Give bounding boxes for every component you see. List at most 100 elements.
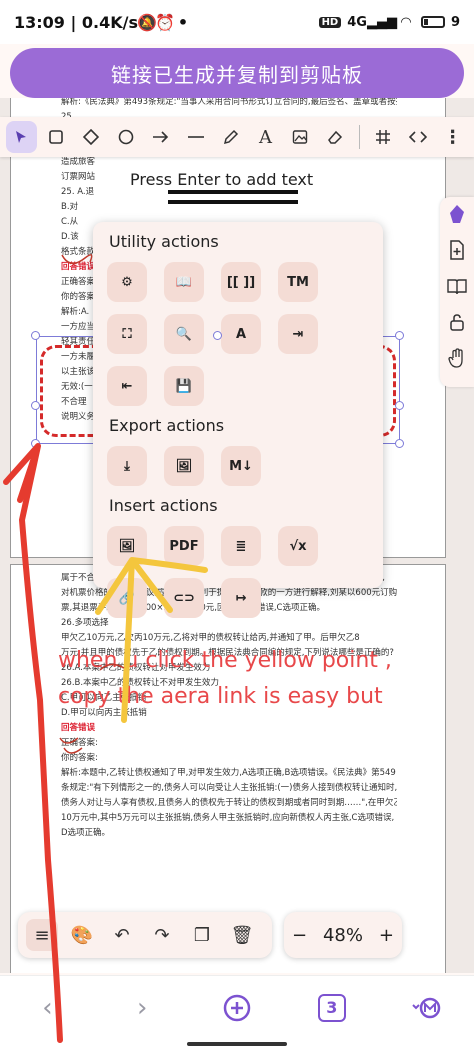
zoom-out-button[interactable]: − (292, 925, 307, 946)
palette-button[interactable]: 🎨 (66, 919, 98, 951)
arrow-tool-button[interactable] (145, 121, 176, 153)
export-image-action-button[interactable]: 🖼 (164, 446, 204, 486)
trademark-action-button[interactable]: TM (278, 262, 318, 302)
text-tool-button[interactable]: A (250, 121, 281, 153)
bottom-page-line: 债务人对让与人享有债权,且债务人的债权先于转让的债权到期或者同时到期……",在甲… (61, 798, 397, 808)
insert-link-action-button[interactable]: 🔗 (107, 578, 147, 618)
save-action-button[interactable]: 💾 (164, 366, 204, 406)
bottom-toolbar: ≡ 🎨 ↶ ↷ ❐ 🗑 (18, 912, 272, 958)
tabs-button[interactable]: 3 (310, 986, 354, 1030)
hand-icon (448, 348, 463, 368)
copy-area-link-action-button[interactable]: ⊂⊃ (164, 578, 204, 618)
bottom-page-line: 正确答案: (61, 738, 98, 748)
undo-button[interactable]: ↶ (106, 919, 138, 951)
export-markdown-action-button[interactable]: M↓ (221, 446, 261, 486)
export-file-action-button[interactable]: ⇤ (107, 366, 147, 406)
reading-mode-button[interactable] (444, 273, 470, 299)
line-tool-button[interactable] (180, 121, 211, 153)
pan-hand-button[interactable] (444, 345, 470, 371)
pen-tool-button[interactable] (215, 121, 246, 153)
export-image-icon: 🖼 (175, 458, 193, 474)
unlock-icon (450, 314, 464, 331)
delete-button[interactable]: 🗑 (226, 919, 258, 951)
insert-pdf-action-button[interactable]: PDF (164, 526, 204, 566)
settings-action-button[interactable]: ⚙ (107, 262, 147, 302)
tabs-count: 3 (317, 993, 346, 1022)
more-menu-button[interactable]: ⋮ (437, 121, 468, 153)
cursor-icon (16, 131, 27, 143)
status-net-speed: 0.4K/s (81, 12, 139, 32)
top-page-line: 解析:《民法典》第493条规定:"当事人采用合同书形式订立合同的,最后签名、盖章… (61, 98, 397, 107)
back-button[interactable]: ‹ (25, 986, 69, 1030)
select-tool-button[interactable] (6, 121, 37, 153)
utility-actions-title: Utility actions (109, 232, 219, 251)
grid-tool-button[interactable] (368, 121, 399, 153)
status-time: 13:09 (14, 12, 65, 32)
ellipse-tool-button[interactable] (111, 121, 142, 153)
save-icon: 💾 (175, 378, 193, 394)
fullscreen-action-button[interactable]: ⛶ (107, 314, 147, 354)
selection-handle-middle-right[interactable] (395, 401, 404, 410)
trash-icon: 🗑 (230, 924, 254, 946)
insert-image-action-button[interactable]: 🖼 (107, 526, 147, 566)
plus-circle-icon (223, 994, 251, 1021)
selection-handle-bottom-right[interactable] (395, 439, 404, 448)
text-recognize-action-button[interactable]: A (221, 314, 261, 354)
line-icon (187, 136, 204, 138)
library-action-button[interactable]: 📖 (164, 262, 204, 302)
status-divider: | (64, 12, 82, 32)
rectangle-tool-button[interactable] (41, 121, 72, 153)
duplicate-button[interactable]: ❐ (186, 919, 218, 951)
code-tool-button[interactable] (402, 121, 433, 153)
text-recognize-icon: A (235, 326, 247, 342)
network-type: 4G (347, 14, 367, 30)
diamond-icon (83, 129, 100, 145)
chevron-left-icon: ‹ (42, 992, 53, 1023)
selection-handle-top-middle[interactable] (213, 331, 222, 340)
selection-handle-top-left[interactable] (31, 331, 40, 340)
app-logo-button[interactable] (444, 201, 470, 227)
zoom-level[interactable]: 48% (323, 925, 363, 946)
diamond-tool-button[interactable] (76, 121, 107, 153)
forward-button[interactable]: › (120, 986, 164, 1030)
insert-formula-icon: √x (289, 538, 307, 554)
wrap-action-button[interactable]: [[ ]] (221, 262, 261, 302)
redo-button[interactable]: ↷ (146, 919, 178, 951)
lock-button[interactable] (444, 309, 470, 335)
palette-icon: 🎨 (70, 924, 94, 946)
menu-button[interactable]: ≡ (26, 919, 58, 951)
library-icon: 📖 (175, 274, 193, 290)
selection-handle-middle-left[interactable] (31, 401, 40, 410)
insert-file-action-button[interactable]: ↦ (221, 578, 261, 618)
hint-stroke-2 (168, 200, 298, 204)
bottom-page-line: 甲欠乙10万元,乙欠丙10万元,乙将对甲的债权转让给丙,并通知了甲。后甲欠乙8 (61, 633, 360, 643)
selection-handle-bottom-left[interactable] (31, 439, 40, 448)
circle-icon (118, 129, 134, 145)
undo-icon: ↶ (114, 924, 130, 946)
redo-icon: ↷ (154, 924, 170, 946)
hamburger-icon: ≡ (34, 924, 50, 946)
download-action-button[interactable]: ⤓ (107, 446, 147, 486)
import-file-action-button[interactable]: ⇥ (278, 314, 318, 354)
zoom-in-button[interactable]: + (379, 925, 394, 946)
drawing-toolbar: A ⋮ (0, 117, 474, 157)
export-actions-title: Export actions (109, 416, 225, 435)
export-file-icon: ⇤ (121, 378, 133, 394)
insert-actions-grid: 🖼 PDF ≣ √x 🔗 ⊂⊃ ↦ (107, 526, 369, 618)
insert-formula-action-button[interactable]: √x (278, 526, 318, 566)
insert-file-icon: ↦ (235, 590, 247, 606)
image-tool-button[interactable] (285, 121, 316, 153)
bottom-page-line: 26.多项选择 (61, 618, 109, 628)
eraser-tool-button[interactable] (320, 121, 351, 153)
new-note-button[interactable] (444, 237, 470, 263)
selection-handle-top-right[interactable] (395, 331, 404, 340)
link-copied-toast: 链接已生成并复制到剪贴板 (10, 48, 464, 98)
browser-menu-button[interactable] (405, 986, 449, 1030)
battery-icon (420, 16, 445, 28)
dot-icon: • (177, 12, 189, 32)
search-action-button[interactable]: 🔍 (164, 314, 204, 354)
new-tab-button[interactable] (215, 986, 259, 1030)
download-icon: ⤓ (124, 458, 130, 474)
insert-document-action-button[interactable]: ≣ (221, 526, 261, 566)
alarm-clock-icon: ⏰ (155, 12, 175, 32)
